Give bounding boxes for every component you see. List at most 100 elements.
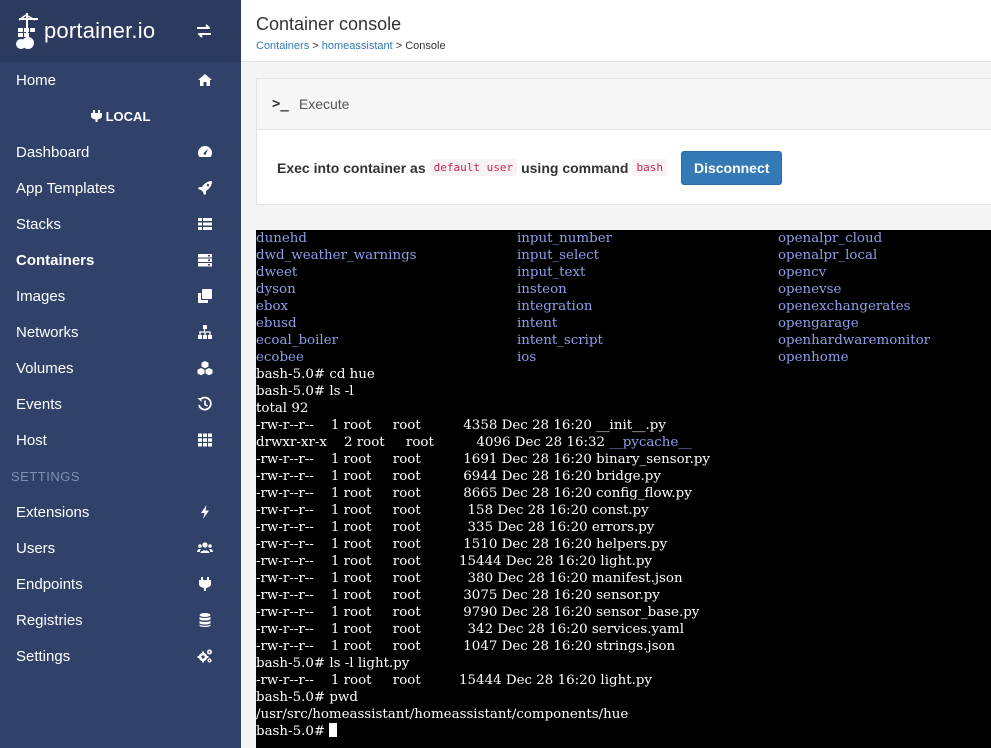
terminal-dir-entry: ebusd: [256, 316, 297, 331]
sidebar-item-settings[interactable]: Settings: [0, 638, 241, 674]
terminal-cursor: [329, 723, 338, 737]
terminal-dir-entry: insteon: [517, 282, 567, 297]
terminal-line: bash-5.0# pwd: [256, 690, 358, 705]
exec-text-2: using command: [521, 159, 629, 176]
sidebar-item-images[interactable]: Images: [0, 278, 241, 314]
terminal-row: ebox integration openexchangerates: [256, 298, 991, 315]
sidebar-item-label: Dashboard: [16, 143, 90, 161]
breadcrumb-containers-link[interactable]: Containers: [256, 40, 309, 52]
sidebar-item-networks[interactable]: Networks: [0, 314, 241, 350]
terminal-dir-entry: ecobee: [256, 350, 304, 365]
breadcrumb-container-link[interactable]: homeassistant: [322, 40, 393, 52]
sitemap-icon: [197, 324, 213, 340]
breadcrumb: Containers > homeassistant > Console: [256, 40, 991, 52]
cubes-icon: [197, 360, 213, 376]
endpoint-name: LOCAL: [105, 108, 151, 124]
terminal-line: -rw-r--r-- 1 root root 3075 Dec 28 16:20…: [256, 588, 660, 603]
exec-command-code: bash: [632, 159, 667, 176]
terminal-dir-entry: __pycache__: [609, 435, 692, 450]
list-icon: [197, 216, 213, 232]
terminal-line: -rw-r--r-- 1 root root 335 Dec 28 16:20 …: [256, 520, 655, 535]
users-icon: [197, 540, 213, 556]
clone-icon: [197, 288, 213, 304]
terminal-dir-entry: opencv: [778, 265, 827, 280]
terminal-line: -rw-r--r-- 1 root root 1510 Dec 28 16:20…: [256, 537, 668, 552]
database-icon: [197, 612, 213, 628]
terminal-icon: >_: [272, 96, 289, 112]
sidebar-item-endpoints[interactable]: Endpoints: [0, 566, 241, 602]
terminal-dir-entry: integration: [517, 299, 593, 314]
widget-title: Execute: [298, 96, 350, 112]
sidebar-item-label: Events: [16, 395, 62, 413]
terminal-line: -rw-r--r-- 1 root root 380 Dec 28 16:20 …: [256, 571, 683, 586]
terminal-row: ecobee ios openhome: [256, 349, 991, 366]
terminal-row: dwd_weather_warnings input_select openalpr…: [256, 247, 991, 264]
terminal-line: -rw-r--r-- 1 root root 15444 Dec 28 16:2…: [256, 554, 652, 569]
sidebar-item-containers[interactable]: Containers: [0, 242, 241, 278]
terminal-dir-entry: ebox: [256, 299, 289, 314]
terminal-dir-entry: intent: [517, 316, 558, 331]
sidebar-item-stacks[interactable]: Stacks: [0, 206, 241, 242]
terminal-console[interactable]: dunehd input_number openalpr_cloud dwd_weat…: [256, 230, 991, 748]
exec-user-code: default user: [429, 159, 518, 176]
cogs-icon: [197, 648, 213, 664]
settings-section-title: SETTINGS: [11, 468, 81, 484]
terminal-column-listing: dunehd input_number openalpr_cloud dwd_weat…: [256, 230, 991, 366]
terminal-dir-entry: dyson: [256, 282, 296, 297]
bolt-icon: [197, 504, 213, 520]
terminal-row: ebusd intent opengarage: [256, 315, 991, 332]
terminal-line: -rw-r--r-- 1 root root 6944 Dec 28 16:20…: [256, 469, 661, 484]
terminal-line: -rw-r--r-- 1 root root 9790 Dec 28 16:20…: [256, 605, 700, 620]
disconnect-button[interactable]: Disconnect: [680, 150, 783, 185]
terminal-line: -rw-r--r-- 1 root root 1691 Dec 28 16:20…: [256, 452, 710, 467]
tachometer-icon: [197, 144, 213, 160]
terminal-line: bash-5.0# ls -l: [256, 384, 354, 399]
terminal-dir-entry: openhardwaremonitor: [778, 333, 931, 348]
terminal-dir-entry: opengarage: [778, 316, 859, 331]
terminal-line: -rw-r--r-- 1 root root 4358 Dec 28 16:20…: [256, 418, 666, 433]
sidebar-item-label: Home: [16, 71, 57, 89]
portainer-logo-icon[interactable]: [14, 11, 40, 51]
sidebar-item-users[interactable]: Users: [0, 530, 241, 566]
terminal-line: -rw-r--r-- 1 root root 342 Dec 28 16:20 …: [256, 622, 685, 637]
terminal-dir-entry: openalpr_local: [778, 248, 878, 263]
plug-icon: [90, 110, 102, 122]
logo-text[interactable]: portainer.io: [44, 18, 155, 44]
sidebar-item-label: Registries: [16, 611, 83, 629]
endpoint-label: LOCAL: [0, 98, 241, 134]
sidebar-item-host[interactable]: Host: [0, 422, 241, 458]
sidebar-item-volumes[interactable]: Volumes: [0, 350, 241, 386]
terminal-dir-entry: ecoal_boiler: [256, 333, 338, 348]
terminal-row: dyson insteon openevse: [256, 281, 991, 298]
sidebar-item-registries[interactable]: Registries: [0, 602, 241, 638]
sidebar-item-events[interactable]: Events: [0, 386, 241, 422]
terminal-dir-entry: openhome: [778, 350, 849, 365]
terminal-dir-entry: openexchangerates: [778, 299, 911, 314]
terminal-dir-entry: input_select: [517, 248, 600, 263]
terminal-line: bash-5.0#: [256, 723, 991, 740]
sidebar-item-home[interactable]: Home: [0, 62, 241, 98]
terminal-output: bash-5.0# cd hue bash-5.0# ls -l total 92 -…: [256, 366, 991, 740]
sidebar-item-dashboard[interactable]: Dashboard: [0, 134, 241, 170]
sidebar-item-label: Endpoints: [16, 575, 83, 593]
terminal-dir-entry: openevse: [778, 282, 842, 297]
terminal-row: ecoal_boiler intent_script openhardwaremon…: [256, 332, 991, 349]
sidebar-item-app-templates[interactable]: App Templates: [0, 170, 241, 206]
logo-bar: portainer.io: [0, 0, 241, 62]
terminal-line: drwxr-xr-x 2 root root 4096 Dec 28 16:32…: [256, 435, 692, 450]
widget-header: >_ Execute: [257, 79, 991, 130]
terminal-row: dunehd input_number openalpr_cloud: [256, 230, 991, 247]
sidebar-item-label: Stacks: [16, 215, 62, 233]
sidebar: portainer.io Home LOCAL Dashboard App Te…: [0, 0, 241, 748]
page-title: Container console: [256, 14, 402, 34]
terminal-dir-entry: dweet: [256, 265, 298, 280]
sidebar-item-extensions[interactable]: Extensions: [0, 494, 241, 530]
sidebar-item-label: Settings: [16, 647, 71, 665]
th-icon: [197, 432, 213, 448]
sidebar-item-label: Images: [16, 287, 66, 305]
terminal-row: dweet input_text opencv: [256, 264, 991, 281]
sidebar-toggle-icon[interactable]: [195, 22, 213, 40]
terminal-line: bash-5.0# cd hue: [256, 367, 375, 382]
terminal-line: -rw-r--r-- 1 root root 8665 Dec 28 16:20…: [256, 486, 692, 501]
terminal-dir-entry: dwd_weather_warnings: [256, 248, 417, 263]
